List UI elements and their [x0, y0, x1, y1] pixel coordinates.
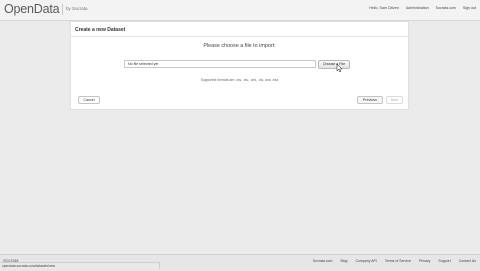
user-nav: Hello, Sam Citizen Administration Socrat… — [369, 6, 476, 10]
logo-divider — [62, 4, 63, 15]
nav-administration[interactable]: Administration — [406, 6, 429, 10]
footer-link-api[interactable]: Company API — [355, 259, 376, 263]
choose-file-button[interactable]: Choose a File — [318, 60, 350, 69]
title-divider — [71, 36, 408, 37]
footer-link-support[interactable]: Support — [438, 259, 450, 263]
opendata-logo[interactable]: OpenData — [4, 2, 60, 16]
dialog-title: Create a new Dataset — [75, 27, 126, 33]
nav-sign-out[interactable]: Sign out — [463, 6, 476, 10]
footer-link-contact[interactable]: Contact Us — [459, 259, 476, 263]
footer-link-blog[interactable]: Blog — [340, 259, 347, 263]
mouse-pointer-icon — [336, 64, 342, 72]
supported-formats-text: Supported formats are .csv, .tsv, .xml, … — [200, 78, 279, 82]
footer-links: Socrata.com Blog Company API Terms of Se… — [313, 259, 476, 263]
next-button[interactable]: Next — [386, 96, 403, 104]
choose-file-heading: Please choose a file to import: — [203, 43, 276, 49]
browser-status-url: opendata.socrata.com/datasets/new — [0, 262, 160, 269]
file-path-field[interactable]: No file selected yet — [124, 60, 316, 68]
previous-button[interactable]: Previous — [357, 96, 383, 104]
footer-link-privacy[interactable]: Privacy — [419, 259, 430, 263]
create-dataset-card: Create a new Dataset Please choose a fil… — [70, 21, 409, 110]
nav-greeting[interactable]: Hello, Sam Citizen — [369, 6, 399, 10]
cancel-button[interactable]: Cancel — [78, 96, 100, 104]
footer-link-socrata[interactable]: Socrata.com — [313, 259, 333, 263]
nav-socrata-com[interactable]: Socrata.com — [436, 6, 456, 10]
top-header: OpenData by Socrata Hello, Sam Citizen A… — [0, 0, 480, 21]
socrata-byline: by Socrata — [66, 6, 88, 11]
footer-link-terms[interactable]: Terms of Service — [385, 259, 411, 263]
